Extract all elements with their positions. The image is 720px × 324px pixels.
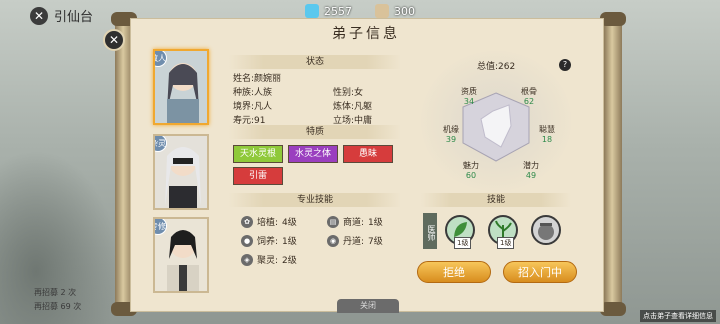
stat-wisdom: 聪慧 18: [539, 125, 555, 144]
spirit-stone-icon: [305, 4, 319, 18]
reject-button[interactable]: 拒绝: [417, 261, 491, 283]
traits-header: 特质: [229, 125, 401, 139]
trait-badge[interactable]: 引雷: [233, 167, 283, 185]
panel-title: 弟子信息: [332, 26, 400, 42]
trait-badge[interactable]: 水灵之体: [288, 145, 338, 163]
stat-fortune: 机缘 39: [443, 125, 459, 144]
spirit-stone-value: 2557: [324, 4, 352, 18]
skill-item: ▤ 商道: 1级: [327, 215, 383, 228]
technique-slot-3[interactable]: [531, 215, 561, 245]
radar-chart: [462, 92, 530, 162]
contribution-value: 300: [394, 4, 415, 18]
hint-text: 点击弟子查看详细信息: [640, 310, 716, 322]
help-icon[interactable]: ?: [559, 59, 571, 71]
scroll-rod-right: [600, 12, 626, 316]
skill-item: ✿ 培植: 4级: [241, 215, 297, 228]
back-label: 引仙台: [54, 10, 94, 25]
technique-slot-1[interactable]: 1级: [445, 215, 475, 249]
status-header: 状态: [229, 55, 401, 69]
recruit-notes: 再招募 2 次 再招募 69 次: [34, 288, 82, 311]
disciple-portrait-1[interactable]: 散人: [153, 49, 209, 125]
talent-total: 总值:262: [477, 62, 516, 72]
race-field: 种族:人族: [233, 88, 273, 98]
role-badge: 医师: [423, 213, 437, 249]
skill-item: ● 饲养: 1级: [241, 234, 297, 247]
stat-bone: 根骨 62: [521, 87, 537, 106]
currency-contribution: 300: [375, 4, 415, 18]
paw-icon: ●: [241, 234, 253, 247]
recruit-button[interactable]: 招入门中: [503, 261, 577, 283]
body-field: 炼体:凡躯: [333, 102, 373, 112]
sprout-icon: ✿: [241, 215, 253, 228]
contribution-icon: [375, 4, 389, 18]
stat-aptitude: 资质 34: [461, 87, 477, 106]
techniques-header: 技能: [421, 193, 571, 207]
currency-spirit-stone: 2557: [305, 4, 352, 18]
trait-badge[interactable]: 愚昧: [343, 145, 393, 163]
stat-potential: 潜力 49: [523, 161, 539, 180]
cauldron-icon: ◉: [327, 234, 339, 247]
spirit-icon: ◈: [241, 253, 253, 266]
scroll-icon: ▤: [327, 215, 339, 228]
realm-field: 境界:凡人: [233, 102, 273, 112]
panel-close-button[interactable]: ✕: [103, 29, 125, 51]
gender-field: 性别:女: [333, 88, 364, 98]
talent-radar: [421, 51, 571, 191]
close-icon[interactable]: ✕: [30, 6, 48, 25]
skill-item: ◈ 聚灵: 2级: [241, 253, 297, 266]
trait-badge[interactable]: 天水灵根: [233, 145, 283, 163]
technique-slot-2[interactable]: 1级: [488, 215, 518, 249]
disciple-portrait-2[interactable]: 杂灵: [153, 134, 209, 210]
cauldron-icon: [538, 223, 554, 240]
skill-item: ◉ 丹道: 7级: [327, 234, 383, 247]
back-nav[interactable]: ✕ 引仙台: [30, 6, 93, 25]
disciple-info-panel: 弟子信息 散人 杂灵 专修 状态 姓名:颜婉丽 种族:人族 性别:女 境界:凡人…: [130, 18, 604, 313]
bottom-tab[interactable]: 关闭: [337, 299, 399, 313]
disciple-portrait-3[interactable]: 专修: [153, 217, 209, 293]
skills-header: 专业技能: [229, 193, 401, 207]
name-field: 姓名:颜婉丽: [233, 74, 282, 84]
stat-charm: 魅力 60: [463, 161, 479, 180]
